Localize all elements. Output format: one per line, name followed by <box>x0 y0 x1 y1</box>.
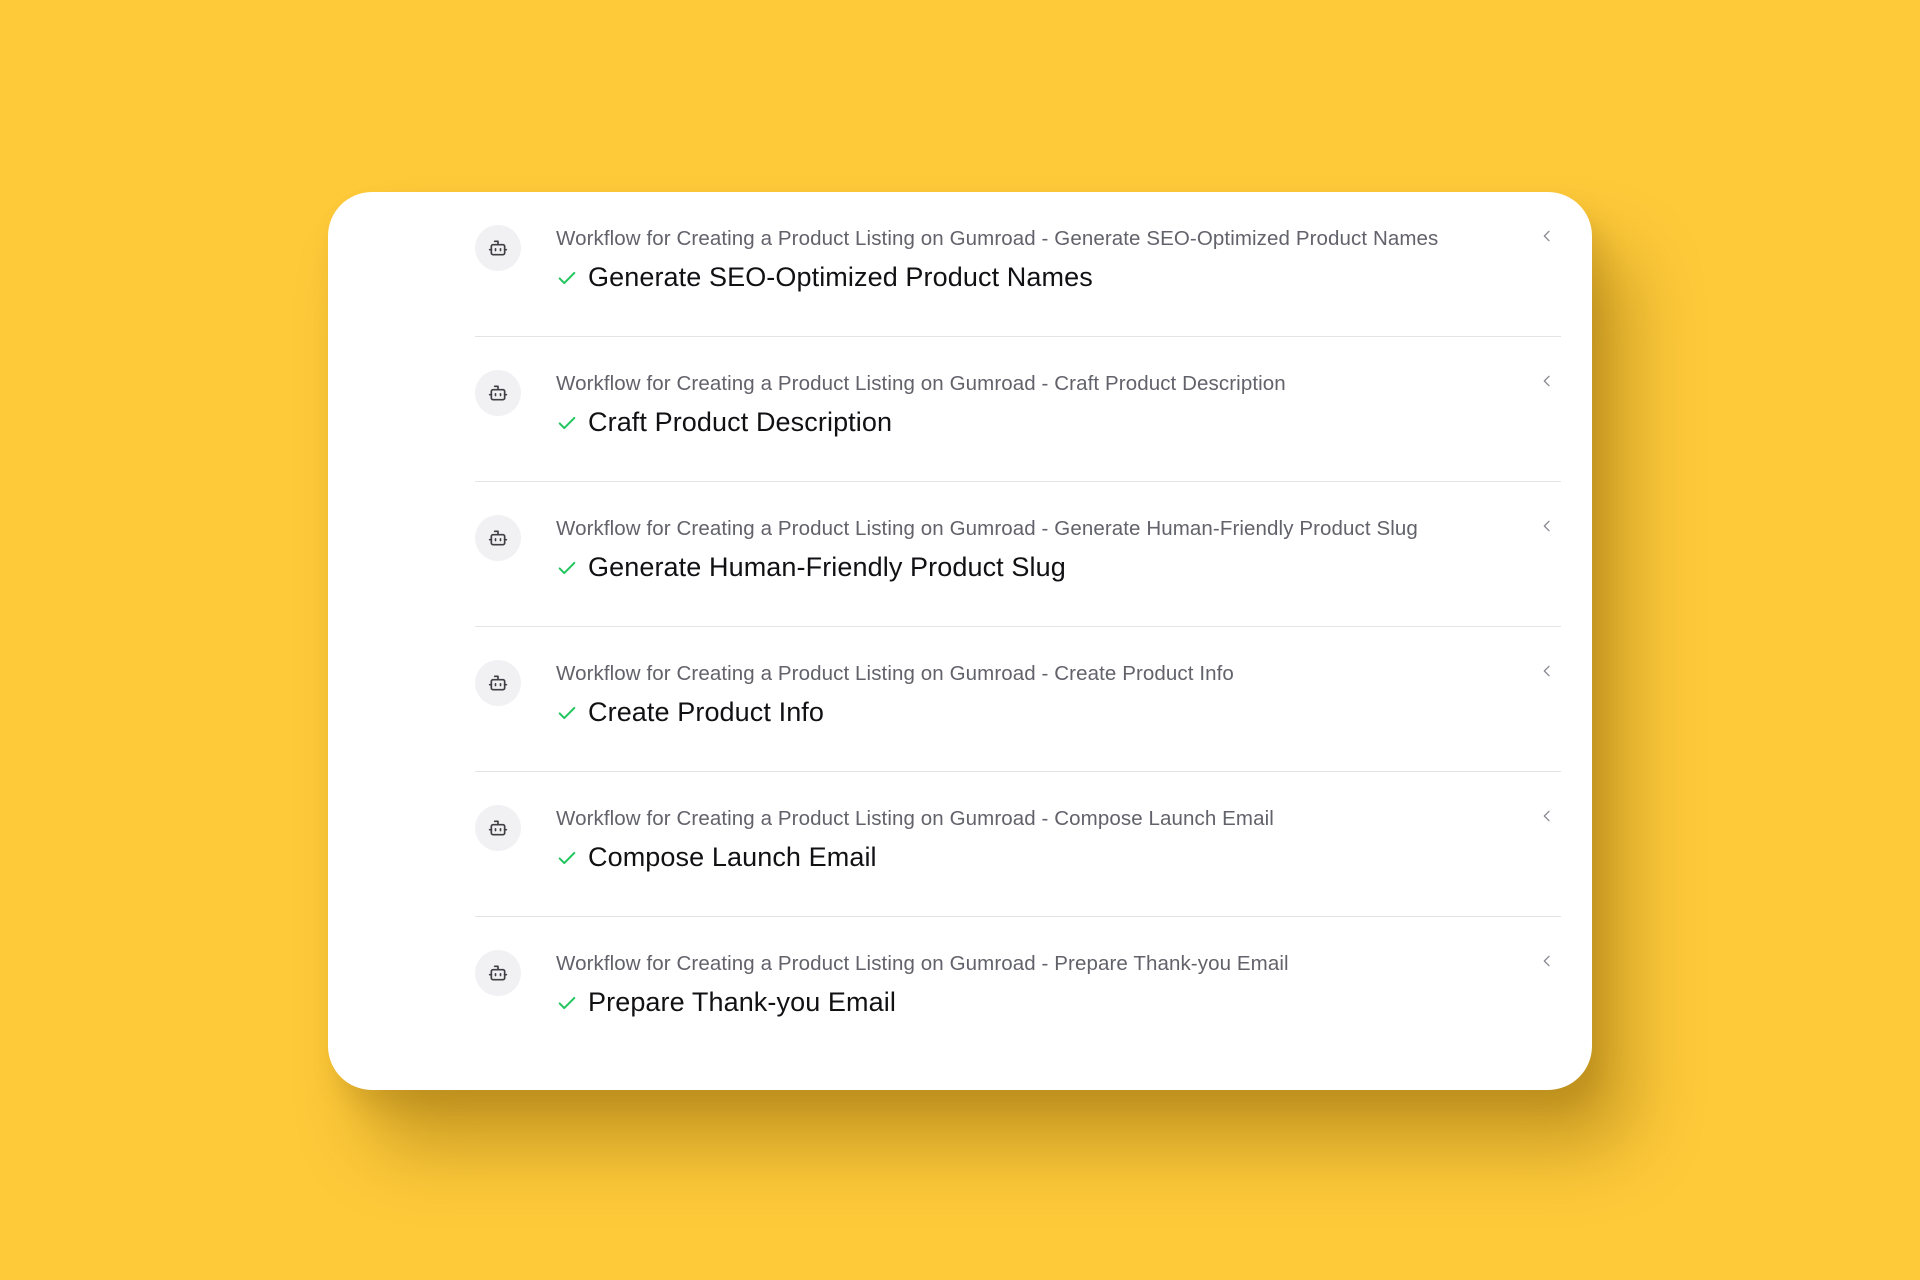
workflow-steps-card: Workflow for Creating a Product Listing … <box>328 192 1592 1090</box>
step-title-row: Generate Human-Friendly Product Slug <box>556 552 1066 583</box>
step-title-row: Compose Launch Email <box>556 842 877 873</box>
expand-toggle[interactable] <box>1533 222 1561 250</box>
chevron-left-icon <box>1543 665 1550 677</box>
check-icon <box>558 996 576 1009</box>
step-title-row: Craft Product Description <box>556 407 892 438</box>
background: Workflow for Creating a Product Listing … <box>0 0 1920 1280</box>
expand-toggle[interactable] <box>1533 947 1561 975</box>
bot-avatar <box>475 660 521 706</box>
workflow-step[interactable]: Workflow for Creating a Product Listing … <box>475 917 1561 1062</box>
bot-icon <box>488 820 508 836</box>
step-title: Generate SEO-Optimized Product Names <box>588 262 1093 292</box>
bot-icon <box>488 240 508 256</box>
step-subtitle: Workflow for Creating a Product Listing … <box>556 807 1274 830</box>
workflow-step[interactable]: Workflow for Creating a Product Listing … <box>475 627 1561 772</box>
check-icon <box>558 561 576 574</box>
step-title-row: Prepare Thank-you Email <box>556 987 896 1018</box>
step-subtitle: Workflow for Creating a Product Listing … <box>556 952 1289 975</box>
workflow-step[interactable]: Workflow for Creating a Product Listing … <box>475 337 1561 482</box>
workflow-step[interactable]: Workflow for Creating a Product Listing … <box>475 482 1561 627</box>
bot-avatar <box>475 515 521 561</box>
workflow-step[interactable]: Workflow for Creating a Product Listing … <box>475 192 1561 337</box>
bot-avatar <box>475 225 521 271</box>
step-title: Compose Launch Email <box>588 842 877 872</box>
workflow-step[interactable]: Workflow for Creating a Product Listing … <box>475 772 1561 917</box>
step-subtitle: Workflow for Creating a Product Listing … <box>556 662 1234 685</box>
bot-avatar <box>475 950 521 996</box>
bot-icon <box>488 385 508 401</box>
expand-toggle[interactable] <box>1533 512 1561 540</box>
chevron-left-icon <box>1543 520 1550 532</box>
step-title-row: Create Product Info <box>556 697 824 728</box>
step-title: Generate Human-Friendly Product Slug <box>588 552 1066 582</box>
check-icon <box>558 851 576 864</box>
step-title-row: Generate SEO-Optimized Product Names <box>556 262 1093 293</box>
step-subtitle: Workflow for Creating a Product Listing … <box>556 372 1286 395</box>
step-title: Craft Product Description <box>588 407 893 437</box>
bot-avatar <box>475 805 521 851</box>
check-icon <box>558 706 576 719</box>
chevron-left-icon <box>1543 955 1550 967</box>
bot-avatar <box>475 370 521 416</box>
chevron-left-icon <box>1543 810 1550 822</box>
step-subtitle: Workflow for Creating a Product Listing … <box>556 517 1418 540</box>
expand-toggle[interactable] <box>1533 802 1561 830</box>
step-title: Prepare Thank-you Email <box>588 987 896 1017</box>
workflow-steps-list: Workflow for Creating a Product Listing … <box>475 192 1561 1062</box>
check-icon <box>558 271 576 284</box>
bot-icon <box>488 530 508 546</box>
bot-icon <box>488 675 508 691</box>
bot-icon <box>488 965 508 981</box>
step-subtitle: Workflow for Creating a Product Listing … <box>556 227 1439 250</box>
chevron-left-icon <box>1543 230 1550 242</box>
expand-toggle[interactable] <box>1533 657 1561 685</box>
check-icon <box>558 416 576 429</box>
expand-toggle[interactable] <box>1533 367 1561 395</box>
step-title: Create Product Info <box>588 697 825 727</box>
chevron-left-icon <box>1543 375 1550 387</box>
